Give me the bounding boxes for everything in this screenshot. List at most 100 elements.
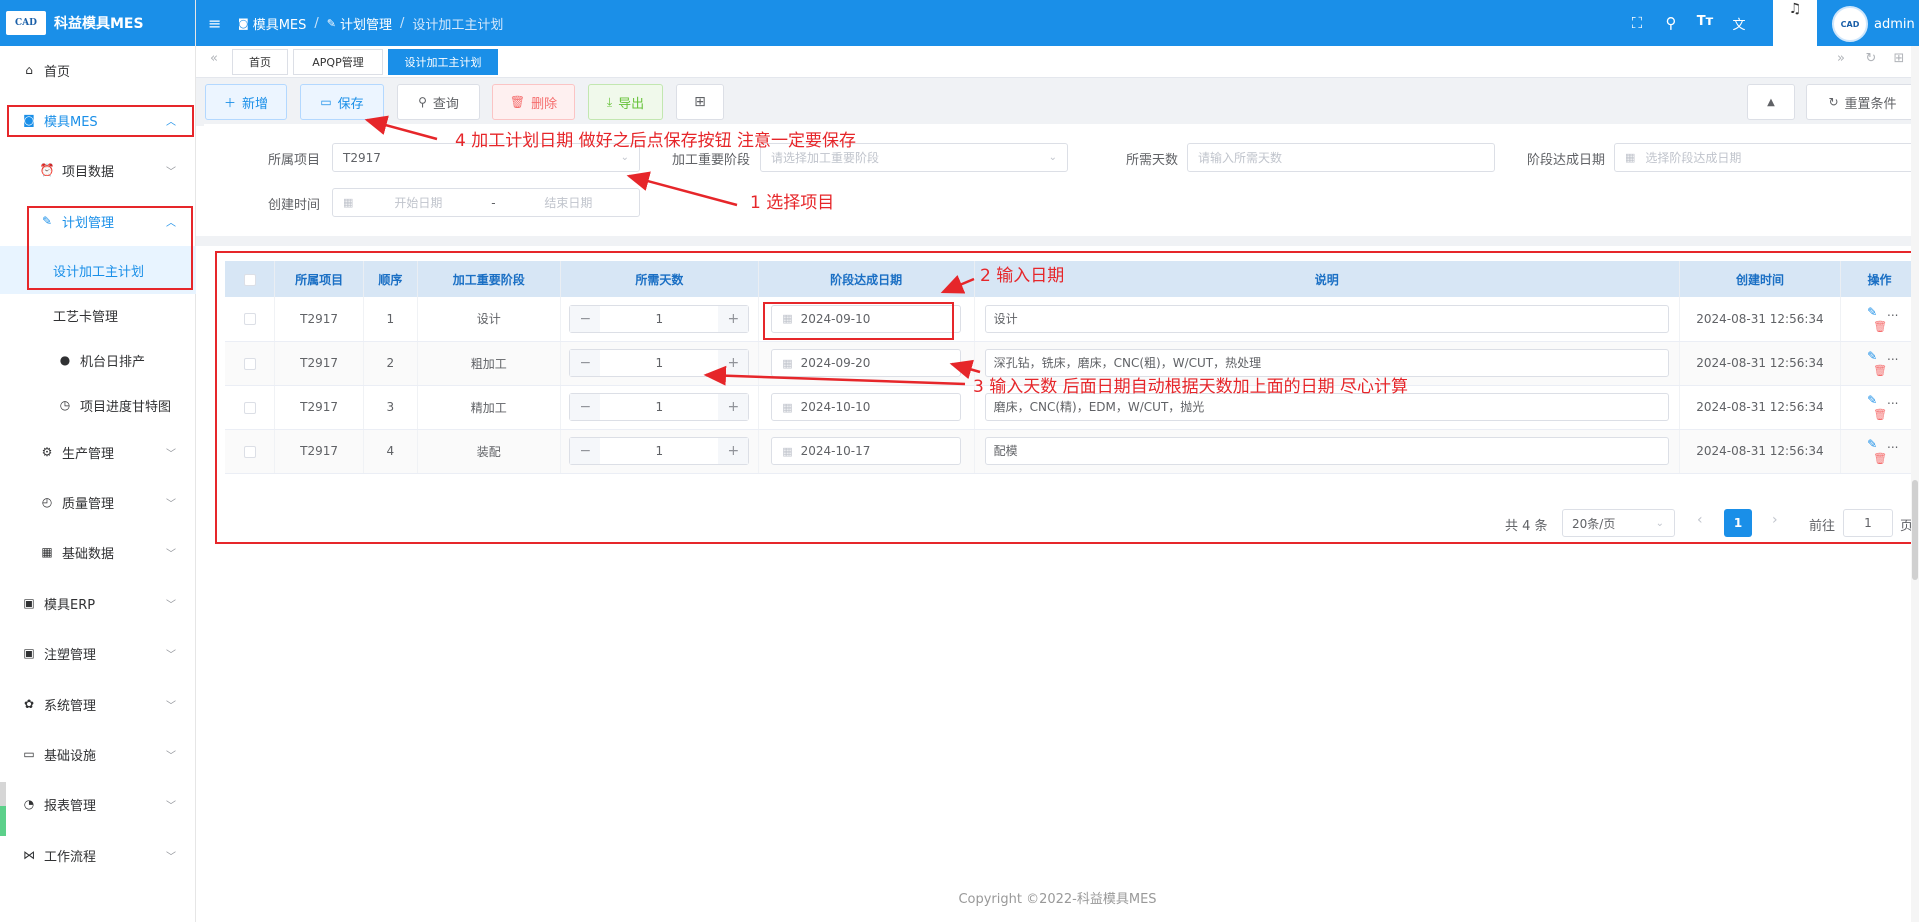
date-picker-placeholder: 选择阶段达成日期 [1645, 151, 1742, 165]
breadcrumb-item-mes[interactable]: 模具MES [253, 14, 307, 33]
tab-design-plan[interactable]: 设计加工主计划 [388, 49, 498, 75]
highlight-box-plan [27, 206, 193, 290]
refresh-icon[interactable]: ↻ [1860, 51, 1882, 66]
translate-icon[interactable]: 文 [1730, 14, 1748, 33]
chevron-down-icon: ⌄ [1048, 152, 1057, 163]
sidebar-item-8[interactable]: ⚙ 生产管理 ﹀ [0, 428, 196, 476]
tab-apqp[interactable]: APQP管理 [293, 49, 383, 75]
sidebar-item-13[interactable]: ✿ 系统管理 ﹀ [0, 680, 196, 728]
sidebar-item-0[interactable]: ⌂ 首页 [0, 46, 196, 94]
breadcrumb-separator: / [314, 15, 319, 31]
annotation-step-1: 1 选择项目 [750, 193, 835, 213]
tabs-bar: « 首页 APQP管理 设计加工主计划 » ↻ ⊞ [196, 46, 1919, 78]
sidebar-item-16[interactable]: ⋈ 工作流程 ﹀ [0, 831, 196, 879]
annotation-step-3: 3 输入天数 后面日期自动根据天数加上面的日期 尽心计算 [973, 377, 1409, 397]
sidebar-item-12[interactable]: ▣ 注塑管理 ﹀ [0, 629, 196, 677]
date-picker[interactable]: ▦ 选择阶段达成日期 [1614, 143, 1919, 172]
query-button-label: 查询 [432, 96, 459, 112]
export-button[interactable]: ⤓ 导出 [588, 84, 663, 120]
camera-icon: ◙ [238, 16, 249, 30]
user-menu[interactable]: CAD admin [1832, 6, 1915, 42]
sidebar-item-label: 报表管理 [44, 798, 97, 814]
sidebar-item-9[interactable]: ◴ 质量管理 ﹀ [0, 478, 196, 526]
home-icon: ⌂ [25, 63, 33, 77]
collapse-button[interactable]: ▲ [1747, 84, 1795, 120]
sidebar-item-label: 模具ERP [44, 597, 96, 613]
sidebar-item-14[interactable]: ▭ 基础设施 ﹀ [0, 730, 196, 778]
refresh-icon: ↻ [1828, 95, 1839, 109]
stage-label: 加工重要阶段 [671, 153, 750, 168]
date-label: 阶段达成日期 [1526, 153, 1605, 168]
created-date-range[interactable]: ▦ 开始日期 - 结束日期 [332, 188, 640, 217]
annotation-step-4: 4 加工计划日期 做好之后点保存按钮 注意一定要保存 [455, 131, 857, 151]
sidebar-item-11[interactable]: ▣ 模具ERP ﹀ [0, 579, 196, 627]
days-label: 所需天数 [1125, 153, 1178, 168]
chevron-down-icon: ﹀ [166, 750, 176, 762]
hamburger-icon[interactable]: ≡ [208, 14, 226, 33]
delete-button[interactable]: 🗑 删除 [492, 84, 575, 120]
chevron-down-icon: ﹀ [166, 548, 176, 560]
search-icon: ⚲ [418, 95, 427, 109]
sidebar-item-5[interactable]: 工艺卡管理 [0, 291, 196, 339]
tab-home[interactable]: 首页 [232, 49, 288, 75]
gear-icon: ✿ [23, 697, 35, 711]
grid-menu-icon[interactable]: ⊞ [1888, 51, 1910, 66]
save-button-label: 保存 [337, 96, 364, 112]
sidebar-item-label: 机台日排产 [80, 354, 146, 370]
chevron-down-icon: ⌄ [620, 152, 629, 163]
footer-copyright: Copyright ©2022-科益模具MES [958, 892, 1157, 907]
project-label: 所属项目 [267, 153, 320, 168]
column-settings-button[interactable]: ⊞ [676, 84, 724, 120]
caret-up-icon: ▲ [1767, 96, 1775, 108]
chevron-down-icon: ﹀ [166, 166, 176, 178]
highlight-box-date [763, 302, 954, 340]
edit-icon: ✎ [326, 16, 336, 30]
search-icon[interactable]: ⚲ [1662, 14, 1680, 32]
top-bar: ≡ ◙ 模具MES / ✎ 计划管理 / 设计加工主计划 [196, 0, 1919, 46]
sidebar-item-label: 系统管理 [44, 698, 97, 714]
stage-select-placeholder: 请选择加工重要阶段 [771, 151, 880, 165]
query-button[interactable]: ⚲ 查询 [397, 84, 480, 120]
breadcrumb-item-current: 设计加工主计划 [412, 17, 504, 33]
alarm-icon: ⏰ [39, 163, 55, 177]
user-icon: ● [59, 353, 71, 367]
sidebar-item-10[interactable]: ▦ 基础数据 ﹀ [0, 528, 196, 576]
reset-button[interactable]: ↻ 重置条件 [1806, 84, 1919, 120]
chevron-down-icon: ﹀ [166, 851, 176, 863]
sidebar-item-15[interactable]: ◔ 报表管理 ﹀ [0, 780, 196, 828]
font-size-icon[interactable]: Tт [1696, 14, 1714, 29]
fullscreen-icon[interactable]: ⛶ [1628, 14, 1646, 32]
app-title: 科益模具MES [54, 16, 144, 32]
sidebar-item-label: 工艺卡管理 [53, 309, 119, 325]
breadcrumb-item-plan[interactable]: 计划管理 [340, 14, 392, 33]
days-input[interactable]: 请输入所需天数 [1187, 143, 1495, 172]
plus-icon: ＋ [223, 95, 236, 110]
tabs-scroll-left-icon[interactable]: « [203, 51, 225, 66]
breadcrumb: ◙ 模具MES / ✎ 计划管理 / 设计加工主计划 [238, 14, 503, 33]
sidebar-item-label: 基础设施 [44, 748, 97, 764]
sidebar-item-label: 首页 [44, 64, 71, 80]
highlight-box-mes [7, 105, 194, 137]
chevron-down-icon: ﹀ [166, 700, 176, 712]
user-name: admin [1874, 16, 1915, 32]
sidebar-item-6[interactable]: ● 机台日排产 [0, 336, 196, 384]
range-separator: - [491, 195, 496, 210]
sidebar-item-label: 工作流程 [44, 849, 97, 865]
add-button[interactable]: ＋ 新增 [205, 84, 287, 120]
tabs-scroll-right-icon[interactable]: » [1830, 51, 1852, 66]
annotation-step-2: 2 输入日期 [980, 266, 1065, 286]
monitor-icon: ▭ [23, 747, 35, 761]
bell-icon[interactable]: ♫ [1773, 0, 1817, 46]
save-button[interactable]: ▭ 保存 [300, 84, 384, 120]
folder-icon: ▭ [320, 95, 332, 109]
end-date-placeholder: 结束日期 [544, 196, 593, 210]
sidebar-item-7[interactable]: ◷ 项目进度甘特图 [0, 381, 196, 429]
sidebar-item-label: 项目数据 [62, 164, 115, 180]
sidebar-item-label: 质量管理 [62, 496, 115, 512]
stopwatch-icon: ◴ [41, 495, 53, 509]
download-icon: ⤓ [606, 94, 613, 109]
scrollbar-thumb[interactable] [1912, 480, 1918, 580]
sidebar-item-label: 注塑管理 [44, 647, 97, 663]
sidebar-item-2[interactable]: ⏰ 项目数据 ﹀ [0, 146, 196, 194]
export-button-label: 导出 [618, 96, 645, 112]
